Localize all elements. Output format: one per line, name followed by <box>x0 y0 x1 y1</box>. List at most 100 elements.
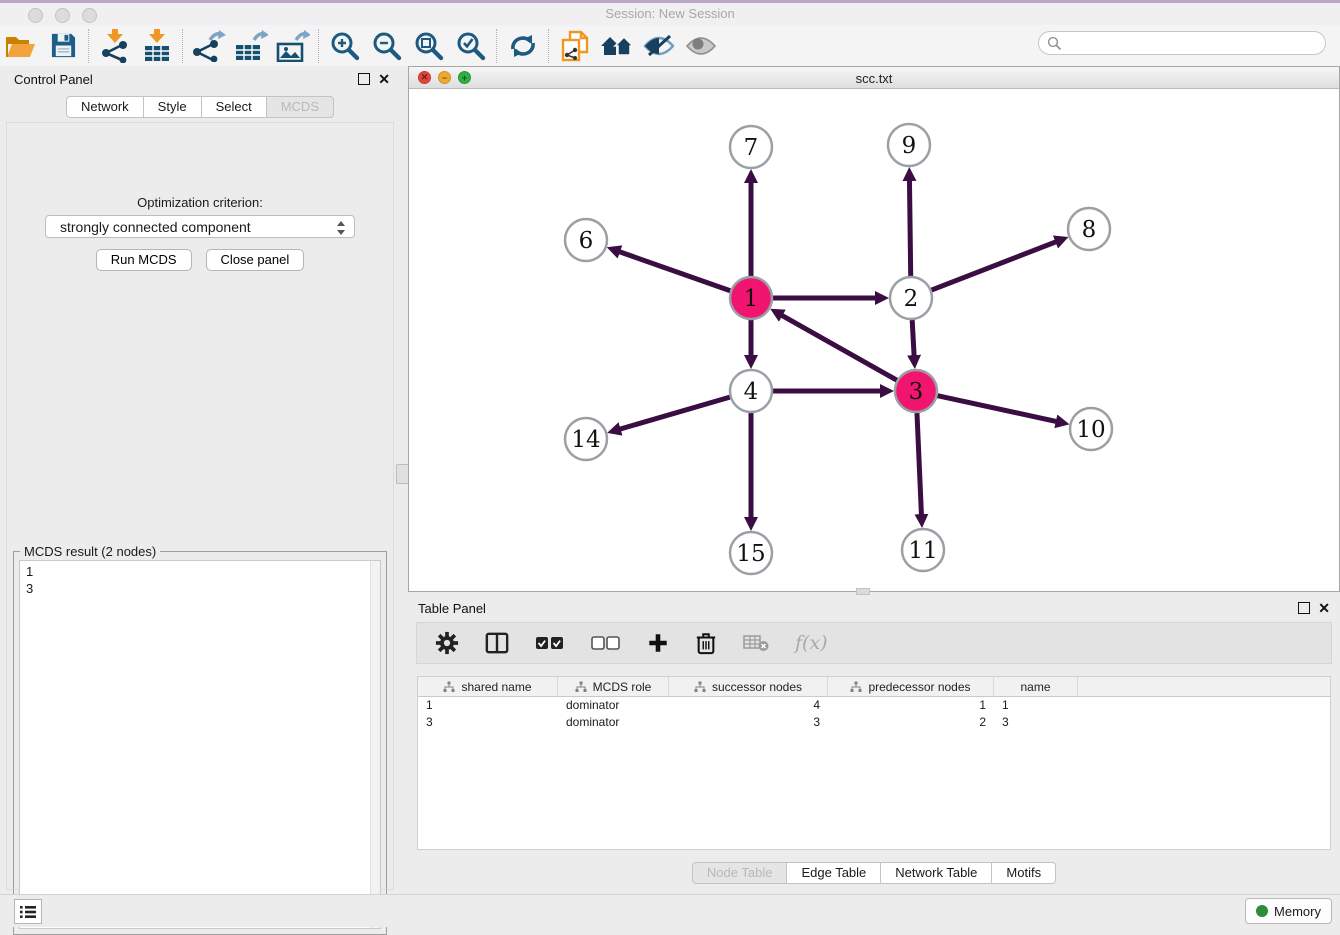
tab-motifs[interactable]: Motifs <box>992 862 1056 884</box>
zoom-in-button[interactable] <box>324 27 366 65</box>
export-network-button[interactable] <box>188 27 230 65</box>
list-icon <box>20 905 36 919</box>
zoom-in-icon <box>330 31 360 61</box>
run-mcds-button[interactable]: Run MCDS <box>96 249 192 271</box>
result-scrollbar[interactable] <box>370 561 380 928</box>
graph-edge-2-8[interactable] <box>932 241 1058 290</box>
cell-shared-name[interactable]: 3 <box>418 714 558 731</box>
export-image-button[interactable] <box>272 27 314 65</box>
column-header-successor-nodes[interactable]: successor nodes <box>669 677 828 696</box>
graph-node-label-8: 8 <box>1082 217 1097 243</box>
unchecked-boxes-icon <box>591 636 621 650</box>
graph-edge-2-9[interactable] <box>909 179 910 276</box>
cell-successor-nodes[interactable]: 4 <box>669 697 828 714</box>
criterion-dropdown[interactable]: strongly connected component <box>45 215 355 238</box>
cell-successor-nodes[interactable]: 3 <box>669 714 828 731</box>
eye-slash-icon <box>643 33 675 59</box>
float-panel-icon[interactable] <box>358 73 370 85</box>
select-all-button[interactable] <box>535 636 565 650</box>
columns-icon <box>485 631 509 655</box>
zoom-selected-button[interactable] <box>450 27 492 65</box>
table-header-row: shared name MCDS role successor nodes pr… <box>418 677 1330 697</box>
column-header-predecessor-nodes[interactable]: predecessor nodes <box>828 677 994 696</box>
float-table-panel-icon[interactable] <box>1298 602 1310 614</box>
cell-mcds-role[interactable]: dominator <box>558 714 669 731</box>
tab-edge-table[interactable]: Edge Table <box>787 862 881 884</box>
delete-table-button[interactable] <box>743 634 769 652</box>
graph-node-label-2: 2 <box>904 286 919 312</box>
open-session-button[interactable] <box>0 27 42 65</box>
table-row[interactable]: 3 dominator 3 2 3 <box>418 714 1330 731</box>
show-view-button[interactable] <box>680 27 722 65</box>
graph-edge-3-1[interactable] <box>781 315 897 381</box>
tab-network-table[interactable]: Network Table <box>881 862 992 884</box>
app-title: Session: New Session <box>0 6 1340 21</box>
zoom-out-button[interactable] <box>366 27 408 65</box>
control-panel: Control Panel ✕ Network Style Select MCD… <box>0 66 400 894</box>
tab-mcds[interactable]: MCDS <box>267 96 334 118</box>
export-table-button[interactable] <box>230 27 272 65</box>
function-builder-button[interactable]: f(x) <box>795 632 828 654</box>
mcds-result-title: MCDS result (2 nodes) <box>20 544 160 559</box>
graph-edge-1-6[interactable] <box>618 251 730 290</box>
task-history-button[interactable] <box>14 899 42 924</box>
close-panel-icon[interactable]: ✕ <box>378 74 390 84</box>
network-graph[interactable]: 7968124314101511 <box>409 89 1339 591</box>
export-network-icon <box>192 30 226 62</box>
cell-shared-name[interactable]: 1 <box>418 697 558 714</box>
tab-network[interactable]: Network <box>66 96 144 118</box>
network-canvas[interactable]: 7968124314101511 <box>409 89 1339 591</box>
checked-boxes-icon <box>535 636 565 650</box>
show-columns-button[interactable] <box>485 631 509 655</box>
import-table-button[interactable] <box>136 27 178 65</box>
network-window-titlebar[interactable]: ✕ − + scc.txt <box>409 67 1339 89</box>
table-settings-button[interactable] <box>435 631 459 655</box>
hide-details-button[interactable] <box>638 27 680 65</box>
save-session-button[interactable] <box>42 27 84 65</box>
graph-edge-2-3[interactable] <box>912 320 914 357</box>
graph-edge-3-10[interactable] <box>937 396 1057 422</box>
cell-name[interactable]: 3 <box>994 714 1078 731</box>
app-titlebar: Session: New Session <box>0 0 1340 26</box>
tree-icon <box>575 681 587 693</box>
column-header-shared-name[interactable]: shared name <box>418 677 558 696</box>
table-row[interactable]: 1 dominator 4 1 1 <box>418 697 1330 714</box>
tab-select[interactable]: Select <box>202 96 267 118</box>
mcds-result-list[interactable]: 1 3 <box>19 560 381 929</box>
graph-edge-4-14[interactable] <box>619 397 730 429</box>
cell-name[interactable]: 1 <box>994 697 1078 714</box>
deselect-all-button[interactable] <box>591 636 621 650</box>
tab-style[interactable]: Style <box>144 96 202 118</box>
import-network-icon <box>100 29 130 63</box>
graph-node-label-11: 11 <box>908 538 937 564</box>
delete-column-button[interactable] <box>695 631 717 655</box>
search-input[interactable] <box>1038 31 1326 55</box>
tab-node-table[interactable]: Node Table <box>692 862 788 884</box>
refresh-view-button[interactable] <box>502 27 544 65</box>
graph-node-label-6: 6 <box>579 228 594 254</box>
node-table: shared name MCDS role successor nodes pr… <box>417 676 1331 850</box>
mcds-panel: Optimization criterion: strongly connect… <box>6 122 394 890</box>
memory-button[interactable]: Memory <box>1245 898 1332 924</box>
trash-icon <box>695 631 717 655</box>
memory-status-icon <box>1256 905 1268 917</box>
toolbar-separator <box>182 29 184 63</box>
zoom-fit-button[interactable] <box>408 27 450 65</box>
close-table-panel-icon[interactable]: ✕ <box>1318 603 1330 613</box>
column-header-mcds-role[interactable]: MCDS role <box>558 677 669 696</box>
graph-node-label-1: 1 <box>744 286 759 312</box>
graph-node-label-15: 15 <box>736 541 765 567</box>
cell-mcds-role[interactable]: dominator <box>558 697 669 714</box>
zoom-fit-icon <box>414 31 444 61</box>
close-panel-button[interactable]: Close panel <box>206 249 305 271</box>
graph-edge-3-11[interactable] <box>917 413 922 516</box>
cell-predecessor-nodes[interactable]: 2 <box>828 714 994 731</box>
search-icon <box>1047 36 1062 51</box>
add-column-button[interactable] <box>647 632 669 654</box>
column-header-name[interactable]: name <box>994 677 1078 696</box>
import-network-button[interactable] <box>94 27 136 65</box>
home-layout-button[interactable] <box>596 27 638 65</box>
cell-predecessor-nodes[interactable]: 1 <box>828 697 994 714</box>
clone-network-button[interactable] <box>554 27 596 65</box>
network-window-grip[interactable] <box>856 588 870 595</box>
